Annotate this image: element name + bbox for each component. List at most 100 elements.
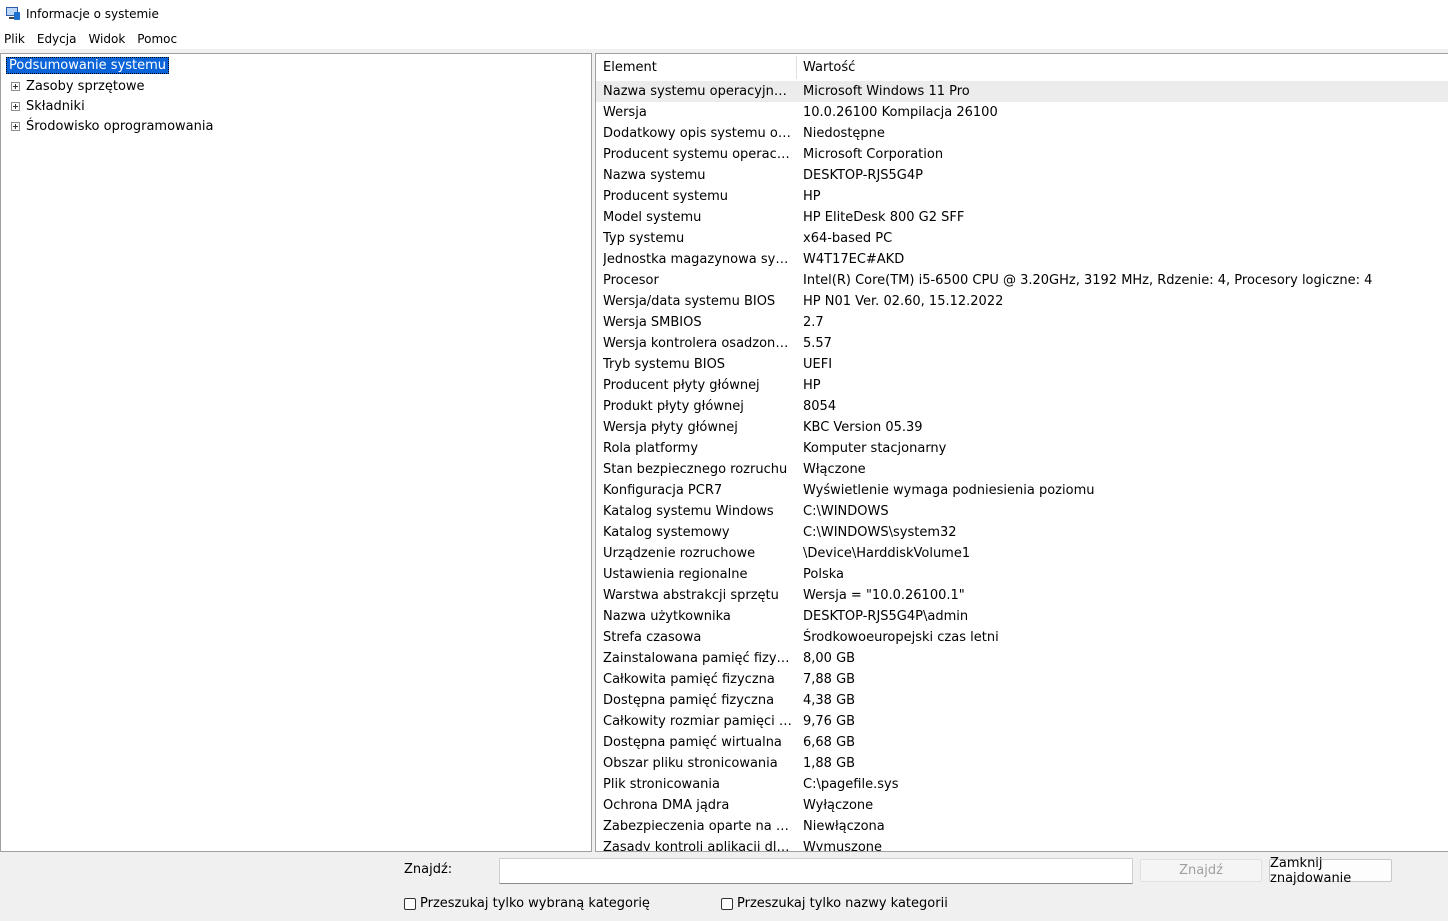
expand-icon[interactable] bbox=[11, 101, 20, 111]
table-row[interactable]: Rola platformy Komputer stacjonarny bbox=[596, 438, 1448, 459]
row-element-cell: Produkt płyty głównej bbox=[603, 399, 744, 414]
table-row[interactable]: Dostępna pamięć fizyczna 4,38 GB bbox=[596, 690, 1448, 711]
table-row[interactable]: Produkt płyty głównej 8054 bbox=[596, 396, 1448, 417]
row-element-cell: Wersja/data systemu BIOS bbox=[603, 294, 776, 309]
list-header: Element Wartość bbox=[596, 54, 1448, 81]
row-value-cell: Komputer stacjonarny bbox=[803, 441, 947, 456]
search-selected-category-option[interactable]: Przeszukaj tylko wybraną kategorię bbox=[404, 896, 650, 911]
row-value-cell: 7,88 GB bbox=[803, 672, 856, 687]
table-row[interactable]: Stan bezpiecznego rozruchu Włączone bbox=[596, 459, 1448, 480]
tree-item-label: Zasoby sprzętowe bbox=[26, 78, 145, 94]
row-value-cell: Microsoft Windows 11 Pro bbox=[803, 84, 970, 99]
table-row[interactable]: Konfiguracja PCR7 Wyświetlenie wymaga pod… bbox=[596, 480, 1448, 501]
table-row[interactable]: Dodatkowy opis systemu oper... Niedostępn… bbox=[596, 123, 1448, 144]
table-row[interactable]: Procesor Intel(R) Core(TM) i5-6500 CPU @ … bbox=[596, 270, 1448, 291]
table-row[interactable]: Wersja SMBIOS 2.7 bbox=[596, 312, 1448, 333]
table-row[interactable]: Dostępna pamięć wirtualna 6,68 GB bbox=[596, 732, 1448, 753]
row-element-cell: Dostępna pamięć wirtualna bbox=[603, 735, 782, 750]
table-row[interactable]: Tryb systemu BIOS UEFI bbox=[596, 354, 1448, 375]
row-element-cell: Całkowity rozmiar pamięci wirt... bbox=[603, 714, 793, 729]
table-row[interactable]: Nazwa użytkownika DESKTOP-RJS5G4P\admin bbox=[596, 606, 1448, 627]
row-element-cell: Jednostka magazynowa systemu bbox=[603, 252, 793, 267]
table-row[interactable]: Nazwa systemu DESKTOP-RJS5G4P bbox=[596, 165, 1448, 186]
row-element-cell: Ochrona DMA jądra bbox=[603, 798, 730, 813]
column-header-value[interactable]: Wartość bbox=[803, 54, 1103, 81]
row-element-cell: Całkowita pamięć fizyczna bbox=[603, 672, 775, 687]
table-row[interactable]: Całkowity rozmiar pamięci wirt... 9,76 GB bbox=[596, 711, 1448, 732]
row-element-cell: Tryb systemu BIOS bbox=[603, 357, 726, 372]
menu-pomoc[interactable]: Pomoc bbox=[132, 32, 184, 46]
row-element-cell: Rola platformy bbox=[603, 441, 699, 456]
table-row[interactable]: Wersja 10.0.26100 Kompilacja 26100 bbox=[596, 102, 1448, 123]
table-row[interactable]: Warstwa abstrakcji sprzętu Wersja = "10.0… bbox=[596, 585, 1448, 606]
row-value-cell: DESKTOP-RJS5G4P\admin bbox=[803, 609, 969, 624]
table-row[interactable]: Zabezpieczenia oparte na wirtu... Niewłąc… bbox=[596, 816, 1448, 837]
row-value-cell: 2.7 bbox=[803, 315, 824, 330]
row-element-cell: Ustawienia regionalne bbox=[603, 567, 748, 582]
tree-item-components[interactable]: Składniki bbox=[1, 96, 301, 116]
search-selected-category-checkbox[interactable] bbox=[404, 897, 416, 910]
menu-plik[interactable]: Plik bbox=[0, 32, 32, 46]
table-row[interactable]: Nazwa systemu operacyjnego Microsoft Wind… bbox=[596, 81, 1448, 102]
row-element-cell: Wersja kontrolera osadzonego bbox=[603, 336, 793, 351]
row-value-cell: 8054 bbox=[803, 399, 837, 414]
table-row[interactable]: Producent płyty głównej HP bbox=[596, 375, 1448, 396]
close-find-button[interactable]: Zamknij znajdowanie bbox=[1269, 856, 1392, 886]
search-category-names-checkbox[interactable] bbox=[721, 897, 733, 910]
row-value-cell: Wymuszone bbox=[803, 840, 883, 852]
row-value-cell: Wyświetlenie wymaga podniesienia poziomu bbox=[803, 483, 1095, 498]
table-row[interactable]: Zasady kontroli aplikacji dla firm Wymusz… bbox=[596, 837, 1448, 852]
details-list[interactable]: Element Wartość Nazwa systemu operacyjne… bbox=[595, 53, 1448, 852]
row-element-cell: Nazwa użytkownika bbox=[603, 609, 731, 624]
table-row[interactable]: Typ systemu x64-based PC bbox=[596, 228, 1448, 249]
table-row[interactable]: Jednostka magazynowa systemu W4T17EC#AKD bbox=[596, 249, 1448, 270]
row-value-cell: 4,38 GB bbox=[803, 693, 856, 708]
column-divider[interactable] bbox=[796, 56, 797, 79]
table-row[interactable]: Ustawienia regionalne Polska bbox=[596, 564, 1448, 585]
row-element-cell: Plik stronicowania bbox=[603, 777, 720, 792]
tree-item-hardware-resources[interactable]: Zasoby sprzętowe bbox=[1, 76, 301, 96]
find-input[interactable] bbox=[499, 858, 1133, 884]
row-value-cell: 9,76 GB bbox=[803, 714, 856, 729]
row-value-cell: HP bbox=[803, 189, 821, 204]
table-row[interactable]: Model systemu HP EliteDesk 800 G2 SFF bbox=[596, 207, 1448, 228]
list-rows: Nazwa systemu operacyjnego Microsoft Wind… bbox=[596, 81, 1448, 852]
table-row[interactable]: Katalog systemu Windows C:\WINDOWS bbox=[596, 501, 1448, 522]
find-button[interactable]: Znajdź bbox=[1140, 859, 1262, 882]
menu-edycja[interactable]: Edycja bbox=[32, 32, 84, 46]
row-element-cell: Producent systemu operacyjne... bbox=[603, 147, 793, 162]
expand-icon[interactable] bbox=[11, 81, 20, 91]
table-row[interactable]: Katalog systemowy C:\WINDOWS\system32 bbox=[596, 522, 1448, 543]
category-tree[interactable]: Podsumowanie systemu Zasoby sprzętowe Sk… bbox=[0, 53, 592, 852]
table-row[interactable]: Strefa czasowa Środkowoeuropejski czas le… bbox=[596, 627, 1448, 648]
table-row[interactable]: Wersja/data systemu BIOS HP N01 Ver. 02.6… bbox=[596, 291, 1448, 312]
row-element-cell: Wersja płyty głównej bbox=[603, 420, 738, 435]
table-row[interactable]: Całkowita pamięć fizyczna 7,88 GB bbox=[596, 669, 1448, 690]
table-row[interactable]: Zainstalowana pamięć fizyczna ... 8,00 GB bbox=[596, 648, 1448, 669]
table-row[interactable]: Producent systemu operacyjne... Microsoft… bbox=[596, 144, 1448, 165]
row-element-cell: Urządzenie rozruchowe bbox=[603, 546, 756, 561]
expand-icon[interactable] bbox=[11, 121, 20, 131]
table-row[interactable]: Ochrona DMA jądra Wyłączone bbox=[596, 795, 1448, 816]
row-value-cell: Środkowoeuropejski czas letni bbox=[803, 630, 999, 645]
row-value-cell: KBC Version 05.39 bbox=[803, 420, 923, 435]
table-row[interactable]: Urządzenie rozruchowe \Device\HarddiskVol… bbox=[596, 543, 1448, 564]
row-value-cell: Polska bbox=[803, 567, 844, 582]
row-value-cell: Wersja = "10.0.26100.1" bbox=[803, 588, 965, 603]
table-row[interactable]: Wersja płyty głównej KBC Version 05.39 bbox=[596, 417, 1448, 438]
search-category-names-option[interactable]: Przeszukaj tylko nazwy kategorii bbox=[721, 896, 948, 911]
tree-item-software-environment[interactable]: Środowisko oprogramowania bbox=[1, 116, 301, 136]
table-row[interactable]: Producent systemu HP bbox=[596, 186, 1448, 207]
row-element-cell: Konfiguracja PCR7 bbox=[603, 483, 723, 498]
table-row[interactable]: Wersja kontrolera osadzonego 5.57 bbox=[596, 333, 1448, 354]
menu-bar: Plik Edycja Widok Pomoc bbox=[0, 28, 1448, 49]
table-row[interactable]: Plik stronicowania C:\pagefile.sys bbox=[596, 774, 1448, 795]
table-row[interactable]: Obszar pliku stronicowania 1,88 GB bbox=[596, 753, 1448, 774]
tree-item-label: Składniki bbox=[26, 98, 85, 114]
column-header-element[interactable]: Element bbox=[603, 54, 793, 81]
row-value-cell: Włączone bbox=[803, 462, 866, 477]
menu-widok[interactable]: Widok bbox=[83, 32, 132, 46]
tree-item-system-summary[interactable]: Podsumowanie systemu bbox=[6, 57, 170, 74]
title-bar: Informacje o systemie bbox=[0, 0, 1448, 28]
row-element-cell: Model systemu bbox=[603, 210, 702, 225]
